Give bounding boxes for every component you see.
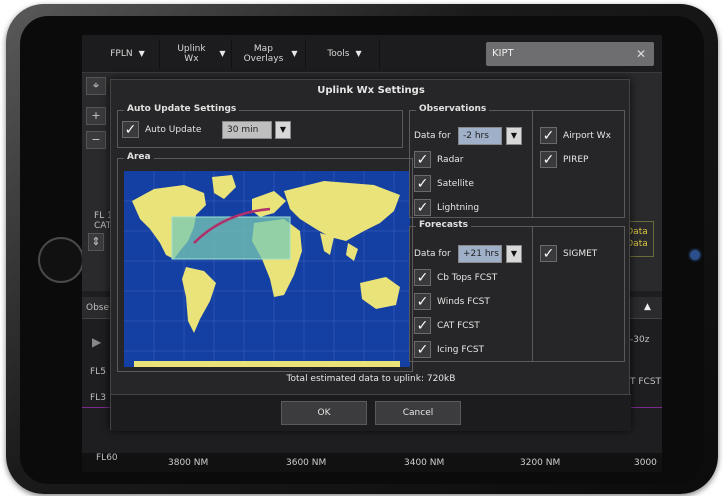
uplink-wx-settings-dialog: Uplink Wx Settings Auto Update Settings … — [110, 79, 631, 431]
search-value: KIPT — [492, 48, 514, 59]
check-icon: ✓ — [540, 127, 557, 144]
tools-button[interactable]: Tools ▼ — [310, 39, 380, 69]
icing-fcst-label: Icing FCST — [437, 344, 485, 355]
check-icon: ✓ — [540, 151, 557, 168]
app-screen: FPLN ▼ Uplink Wx ▼ Map Overlays ▼ Tools ▼ … — [82, 35, 662, 472]
map-overlays-label: Map Overlays — [243, 44, 284, 64]
lightning-label: Lightning — [437, 202, 480, 213]
play-icon[interactable]: ▶ — [92, 335, 101, 349]
axis-tick-label: 3800 NM — [168, 458, 209, 468]
check-icon: ✓ — [414, 341, 431, 358]
map-overlays-button[interactable]: Map Overlays ▼ — [234, 39, 306, 69]
obs-label: Obse — [86, 303, 110, 313]
cb-tops-fcst-label: Cb Tops FCST — [437, 272, 498, 283]
check-icon: ✓ — [414, 175, 431, 192]
fcst-data-for-label: Data for — [414, 249, 451, 259]
stepper-icon[interactable]: ⇕ — [88, 233, 104, 251]
check-icon: ✓ — [414, 199, 431, 216]
forecasts-group: Forecasts Data for +21 hrs ▼ ✓ Cb Tops F… — [409, 220, 625, 362]
dialog-button-row: OK Cancel — [111, 394, 631, 431]
dialog-title: Uplink Wx Settings — [317, 85, 425, 96]
chevron-down-icon: ▼ — [138, 49, 145, 58]
fcst-data-for-select[interactable]: +21 hrs — [458, 245, 502, 263]
chevron-down-icon: ▼ — [291, 49, 298, 58]
chevron-down-icon[interactable]: ▼ — [506, 245, 522, 263]
total-estimate-text: Total estimated data to uplink: 720kB — [286, 374, 456, 384]
auto-update-legend: Auto Update Settings — [124, 104, 240, 114]
center-map-icon[interactable]: ⌖ — [86, 77, 106, 95]
auto-update-group: Auto Update Settings ✓ Auto Update 30 mi… — [117, 104, 403, 148]
forecasts-legend: Forecasts — [416, 220, 471, 230]
top-toolbar: FPLN ▼ Uplink Wx ▼ Map Overlays ▼ Tools ▼ … — [82, 35, 662, 73]
pirep-label: PIREP — [563, 154, 589, 165]
zoom-in-icon[interactable]: + — [86, 107, 106, 125]
sigmet-checkbox[interactable]: ✓ SIGMET — [540, 245, 597, 262]
airport-wx-label: Airport Wx — [563, 130, 611, 141]
uplink-wx-button[interactable]: Uplink Wx ▼ — [164, 39, 232, 69]
cat-label: CAT — [94, 221, 112, 231]
divider — [532, 111, 533, 217]
area-world-map[interactable] — [124, 171, 410, 367]
radar-checkbox[interactable]: ✓ Radar — [414, 151, 464, 168]
clear-search-icon[interactable]: ✕ — [636, 42, 646, 66]
fpln-label: FPLN — [110, 49, 133, 59]
chevron-down-icon[interactable]: ▼ — [275, 121, 291, 139]
auto-update-interval-select[interactable]: 30 min — [222, 121, 272, 139]
airport-wx-checkbox[interactable]: ✓ Airport Wx — [540, 127, 611, 144]
winds-fcst-checkbox[interactable]: ✓ Winds FCST — [414, 293, 490, 310]
cb-tops-fcst-checkbox[interactable]: ✓ Cb Tops FCST — [414, 269, 497, 286]
sigmet-label: SIGMET — [563, 248, 598, 259]
fcst-label: T FCST — [630, 377, 662, 387]
obs-data-for-select[interactable]: -2 hrs — [458, 127, 502, 145]
axis-tick-label: 3000 — [634, 458, 657, 468]
check-icon: ✓ — [414, 269, 431, 286]
pirep-checkbox[interactable]: ✓ PIREP — [540, 151, 588, 168]
fl5-label: FL5 — [90, 367, 106, 377]
icing-fcst-checkbox[interactable]: ✓ Icing FCST — [414, 341, 484, 358]
satellite-label: Satellite — [437, 178, 474, 189]
cancel-button[interactable]: Cancel — [375, 401, 461, 425]
auto-update-label: Auto Update — [145, 124, 202, 135]
tools-label: Tools — [327, 49, 350, 59]
time-label: -30z — [630, 335, 650, 345]
uplink-wx-label: Uplink Wx — [177, 44, 206, 64]
check-icon: ✓ — [414, 151, 431, 168]
check-icon: ✓ — [414, 317, 431, 334]
world-map-svg — [124, 171, 410, 367]
cat-fcst-label: CAT FCST — [437, 320, 480, 331]
axis-tick-label: 3600 NM — [286, 458, 327, 468]
check-icon: ✓ — [122, 121, 139, 138]
chevron-down-icon: ▼ — [355, 49, 362, 58]
radar-label: Radar — [437, 154, 464, 165]
satellite-checkbox[interactable]: ✓ Satellite — [414, 175, 474, 192]
cat-fcst-checkbox[interactable]: ✓ CAT FCST — [414, 317, 480, 334]
fpln-button[interactable]: FPLN ▼ — [96, 39, 160, 69]
area-group: Area — [117, 152, 413, 372]
fl60-label: FL60 — [96, 453, 118, 463]
home-button[interactable] — [38, 237, 84, 283]
fl3-label: FL3 — [90, 393, 106, 403]
divider — [532, 227, 533, 361]
winds-fcst-label: Winds FCST — [437, 296, 490, 307]
observations-group: Observations Data for -2 hrs ▼ ✓ Radar ✓… — [409, 104, 625, 218]
check-icon: ✓ — [540, 245, 557, 262]
axis-tick-label: 3200 NM — [520, 458, 561, 468]
search-field[interactable]: KIPT ✕ — [486, 42, 654, 66]
ok-button[interactable]: OK — [281, 401, 367, 425]
chevron-down-icon: ▼ — [219, 49, 226, 58]
collapse-icon[interactable]: ▲ — [644, 302, 651, 312]
zoom-out-icon[interactable]: − — [86, 131, 106, 149]
check-icon: ✓ — [414, 293, 431, 310]
obs-data-for-label: Data for — [414, 131, 451, 141]
camera-icon — [690, 250, 700, 260]
auto-update-checkbox[interactable]: ✓ Auto Update — [122, 121, 201, 138]
lightning-checkbox[interactable]: ✓ Lightning — [414, 199, 479, 216]
area-legend: Area — [124, 152, 154, 162]
axis-tick-label: 3400 NM — [404, 458, 445, 468]
observations-legend: Observations — [416, 104, 490, 114]
chevron-down-icon[interactable]: ▼ — [506, 127, 522, 145]
